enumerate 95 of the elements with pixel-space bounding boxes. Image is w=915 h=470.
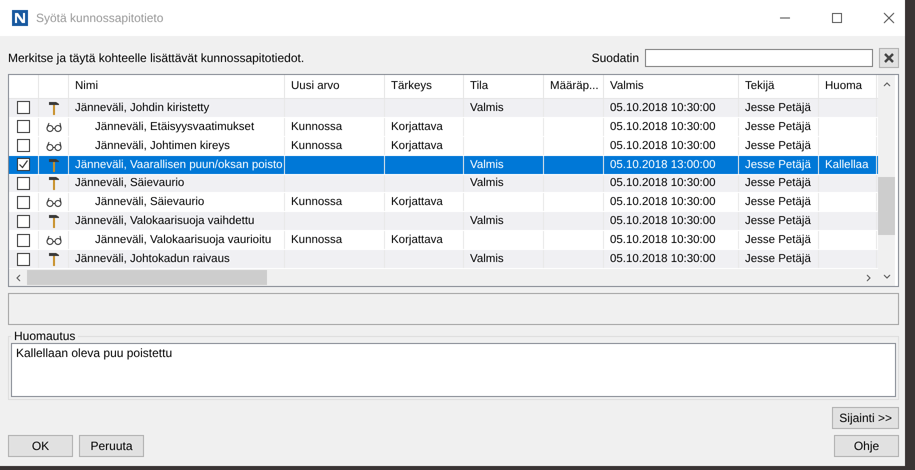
- table-cell: 05.10.2018 10:30:00: [610, 177, 716, 190]
- table-cell: Korjattava: [391, 120, 443, 133]
- table-cell: Jänneväli, Johtokadun raivaus: [75, 253, 230, 266]
- row-checkbox[interactable]: [17, 176, 30, 190]
- note-text: Kallellaan oleva puu poistettu: [16, 346, 172, 360]
- maximize-icon[interactable]: [831, 12, 843, 24]
- table-cell: Valmis: [470, 102, 504, 114]
- window-title: Syötä kunnossapitotieto: [36, 11, 164, 25]
- hammer-icon: [48, 176, 58, 190]
- glasses-icon: [46, 197, 62, 208]
- glasses-icon: [46, 235, 62, 246]
- table-row[interactable]: Jänneväli, Säievaurio Kunnossa Korjattava 05.10.2018 10:30:00 Jesse Petäjä: [9, 193, 878, 212]
- table-cell: Jänneväli, Säievaurio: [75, 177, 184, 190]
- table-cell: Jänneväli, Johdin kiristetty: [75, 102, 210, 114]
- row-checkbox[interactable]: [17, 214, 30, 228]
- table-cell: Jesse Petäjä: [745, 196, 811, 208]
- clear-filter-button[interactable]: [879, 48, 899, 68]
- column-header[interactable]: Määräp...: [544, 75, 604, 98]
- glasses-icon: [46, 122, 62, 132]
- row-checkbox[interactable]: [17, 101, 30, 114]
- table-cell: Kunnossa: [291, 120, 342, 133]
- row-checkbox[interactable]: [17, 234, 30, 247]
- column-header[interactable]: Tila: [464, 75, 544, 98]
- table-cell: Jesse Petäjä: [745, 215, 811, 228]
- table-cell: Valmis: [470, 158, 504, 171]
- scroll-right-icon[interactable]: [866, 274, 872, 282]
- filter-label: Suodatin: [592, 51, 639, 65]
- table-cell: Korjattava: [391, 196, 443, 208]
- row-checkbox[interactable]: [17, 158, 30, 172]
- table-cell: 05.10.2018 10:30:00: [610, 215, 716, 228]
- column-header[interactable]: Valmis: [604, 75, 739, 98]
- table-cell: 05.10.2018 10:30:00: [610, 253, 716, 266]
- table-row[interactable]: Jänneväli, Johdin kiristetty Valmis 05.10.2018 10:30:00 Jesse Petäjä: [9, 98, 878, 118]
- help-button[interactable]: Ohje: [834, 435, 899, 457]
- table-row[interactable]: Jänneväli, Vaarallisen puun/oksan poisto Valmis 05.10.2018 13:00:00 Jesse Petäjä Kallellaa: [9, 156, 878, 175]
- table-cell: Jänneväli, Johtimen kireys: [95, 140, 230, 152]
- table-cell: Valmis: [470, 177, 504, 190]
- clear-icon: [884, 53, 894, 63]
- scroll-up-icon[interactable]: [882, 81, 890, 87]
- filter-field[interactable]: [645, 49, 873, 67]
- table-cell: Jänneväli, Säievaurio: [95, 196, 204, 208]
- table-cell: Kunnossa: [291, 234, 342, 246]
- app-logo-icon: [12, 10, 28, 26]
- hammer-icon: [48, 214, 58, 228]
- close-icon[interactable]: [883, 12, 895, 24]
- scroll-down-icon[interactable]: [882, 274, 890, 280]
- column-header[interactable]: Tärkeys: [385, 75, 464, 98]
- hammer-icon: [48, 158, 58, 172]
- table-cell: 05.10.2018 10:30:00: [610, 140, 716, 152]
- table-cell: Valmis: [470, 215, 504, 228]
- location-button[interactable]: Sijainti >>: [832, 407, 899, 429]
- cancel-button[interactable]: Peruuta: [79, 435, 144, 457]
- ok-button[interactable]: OK: [8, 435, 73, 457]
- column-header[interactable]: Uusi arvo: [285, 75, 385, 98]
- table-cell: Jesse Petäjä: [745, 253, 811, 266]
- table-cell: Kallellaa: [825, 158, 868, 171]
- table-cell: Kunnossa: [291, 196, 342, 208]
- table-cell: Jesse Petäjä: [745, 234, 811, 246]
- note-field[interactable]: Kallellaan oleva puu poistettu: [11, 343, 896, 397]
- row-checkbox[interactable]: [17, 120, 30, 134]
- row-checkbox[interactable]: [17, 252, 30, 266]
- column-header[interactable]: Tekijä: [739, 75, 819, 98]
- row-checkbox[interactable]: [17, 139, 30, 152]
- column-header[interactable]: Nimi: [69, 75, 285, 98]
- table-cell: 05.10.2018 10:30:00: [610, 234, 716, 246]
- column-header[interactable]: Huoma: [819, 75, 877, 98]
- scroll-left-icon[interactable]: [15, 274, 21, 282]
- table-cell: 05.10.2018 10:30:00: [610, 120, 716, 133]
- table-cell: Jänneväli, Etäisyysvaatimukset: [95, 120, 254, 133]
- table-cell: Jänneväli, Valokaarisuoja vaihdettu: [75, 215, 254, 228]
- table-row[interactable]: Jänneväli, Johtokadun raivaus Valmis 05.10.2018 10:30:00 Jesse Petäjä: [9, 250, 878, 270]
- table-cell: Valmis: [470, 253, 504, 266]
- table-cell: Kunnossa: [291, 140, 342, 152]
- table-cell: Jesse Petäjä: [745, 177, 811, 190]
- hammer-icon: [48, 252, 58, 266]
- glasses-icon: [46, 140, 62, 151]
- table-cell: Jänneväli, Valokaarisuoja vaurioitu: [95, 234, 272, 246]
- table-row[interactable]: Jänneväli, Säievaurio Valmis 05.10.2018 10:30:00 Jesse Petäjä: [9, 174, 878, 194]
- table-cell: Jesse Petäjä: [745, 120, 811, 133]
- table-cell: Jesse Petäjä: [745, 102, 811, 114]
- table-cell: Korjattava: [391, 234, 443, 246]
- instruction-text: Merkitse ja täytä kohteelle lisättävät kunnossapitotiedot.: [8, 51, 304, 65]
- table-cell: 05.10.2018 10:30:00: [610, 102, 716, 114]
- horizontal-scrollbar-thumb[interactable]: [27, 270, 267, 286]
- table-cell: Korjattava: [391, 140, 443, 152]
- table-cell: Jesse Petäjä: [745, 140, 811, 152]
- table-cell: Jesse Petäjä: [745, 158, 811, 171]
- vertical-scrollbar-thumb[interactable]: [878, 177, 895, 235]
- table-cell: 05.10.2018 10:30:00: [610, 196, 716, 208]
- note-label: Huomautus: [13, 329, 76, 343]
- table-cell: 05.10.2018 13:00:00: [610, 158, 716, 171]
- row-checkbox[interactable]: [17, 196, 30, 209]
- hammer-icon: [48, 100, 58, 115]
- table-row[interactable]: Jänneväli, Valokaarisuoja vaihdettu Valmis 05.10.2018 10:30:00 Jesse Petäjä: [9, 212, 878, 232]
- table-cell: Jänneväli, Vaarallisen puun/oksan poisto: [75, 158, 283, 171]
